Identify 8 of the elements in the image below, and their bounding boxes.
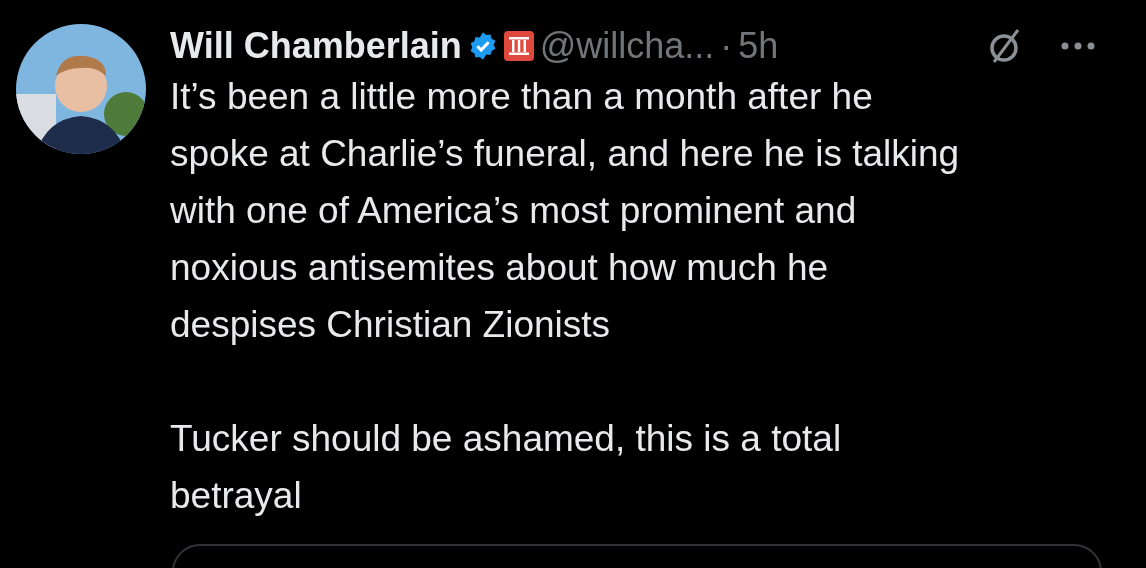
- post-text: Tucker should be ashamed, this is a total betrayal: [170, 417, 843, 518]
- user-handle[interactable]: @willcha...: [539, 25, 715, 67]
- affiliation-badge-icon: [503, 31, 534, 61]
- author-name[interactable]: Will Chamberlain: [170, 25, 462, 67]
- post-text: It’s been a little more than a month after he spoke at Charlie’s funeral, and here he is talking with one of America’s most prominent and noxious antisemites about how much he despises Christian Zionists: [170, 75, 961, 347]
- post-time[interactable]: 5h: [738, 25, 779, 67]
- more-icon[interactable]: [1060, 41, 1096, 51]
- separator-dot: ·: [720, 25, 733, 67]
